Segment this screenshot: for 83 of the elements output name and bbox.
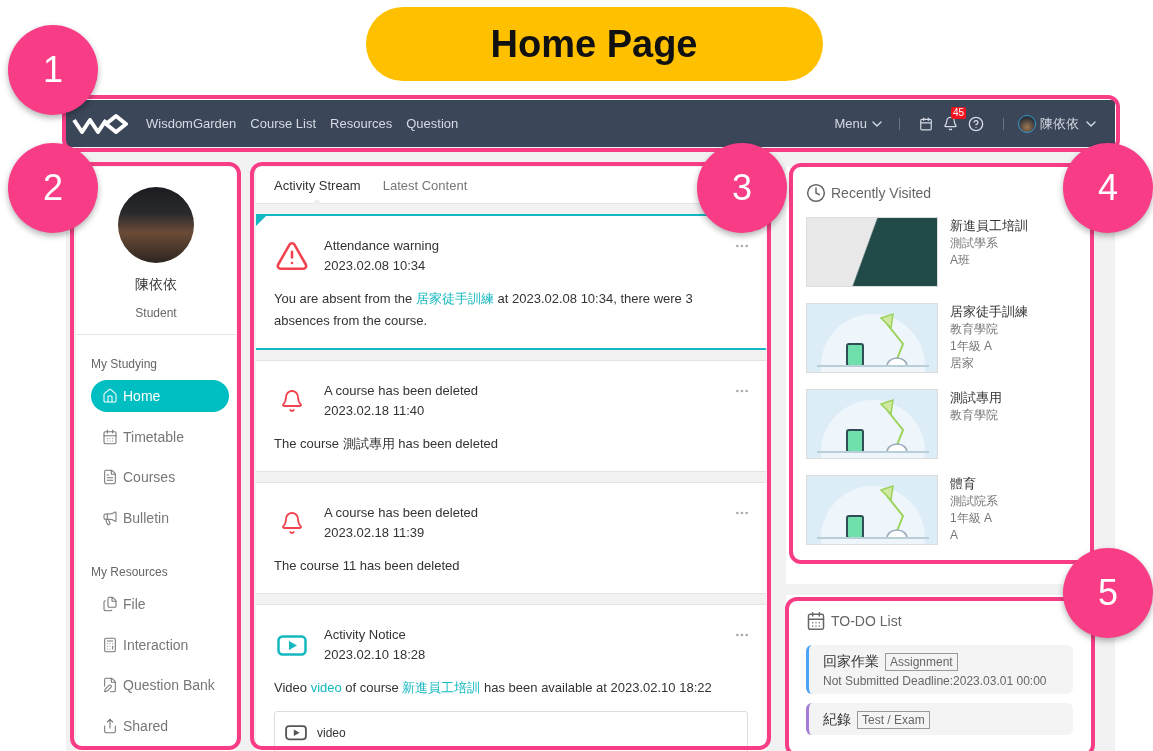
todo-title: 紀錄: [823, 711, 851, 729]
user-menu-button[interactable]: 陳依依: [1018, 114, 1099, 133]
course-thumbnail[interactable]: [806, 389, 938, 459]
user-name: 陳依依: [135, 276, 177, 294]
calendar-icon: [806, 611, 826, 631]
nav-link[interactable]: Question: [406, 116, 459, 131]
notice-text: The course 11 has been deleted: [274, 557, 461, 575]
todo-item[interactable]: 回家作業 Assignment Not Submitted Deadline:2023.03.01 00:00: [806, 645, 1073, 694]
notice-text: You are absent from the 居家徒手訓練 at 2023.02.08 10:34, there were 3 absences from the course.: [274, 290, 694, 330]
menu-button[interactable]: Menu: [834, 115, 885, 132]
bell-icon: [280, 511, 304, 535]
course-title[interactable]: 居家徒手訓練: [950, 303, 1028, 321]
todo-tag: Test / Exam: [857, 711, 930, 729]
course-detail: A班: [950, 252, 971, 269]
course-detail: A: [950, 527, 959, 544]
logo-icon[interactable]: [72, 111, 128, 136]
sidebar-item[interactable]: Question Bank: [91, 669, 229, 702]
section-title: My Resources: [90, 564, 169, 581]
sidebar-item[interactable]: Courses: [91, 461, 229, 494]
notice-title: Activity Notice: [324, 626, 407, 644]
todo-tag: Assignment: [885, 653, 958, 671]
user-role: Student: [135, 306, 177, 320]
nav-link[interactable]: Resources: [330, 116, 393, 131]
sidebar-item[interactable]: Timetable: [91, 420, 229, 453]
notice-time: 2023.02.08 10:34: [324, 257, 427, 275]
callout-number: 4: [1063, 143, 1153, 233]
notice-time: 2023.02.18 11:39: [324, 524, 426, 542]
attachment-item[interactable]: video: [274, 711, 748, 751]
bell-icon: [280, 389, 304, 413]
home-icon: [102, 387, 118, 404]
notice-text: The course 測試專用 has been deleted: [274, 435, 499, 453]
nav-link[interactable]: WisdomGarden: [146, 116, 237, 131]
tab[interactable]: Activity Stream: [274, 167, 361, 204]
document-icon: [102, 469, 118, 486]
warning-icon: [275, 239, 309, 273]
course-title[interactable]: 體育: [950, 475, 998, 493]
notice-time: 2023.02.18 11:40: [324, 402, 426, 420]
section-title: My Studying: [90, 356, 159, 373]
video-icon: [285, 725, 307, 741]
callout-number: 2: [8, 143, 98, 233]
sidebar-item[interactable]: Interaction: [91, 628, 229, 661]
todo-title: 回家作業: [823, 653, 879, 671]
notification-badge: 45: [951, 107, 967, 119]
notice-title: Attendance warning: [324, 237, 439, 255]
course-title[interactable]: 新進員工培訓: [950, 217, 1028, 235]
sidebar-item[interactable]: File: [91, 588, 229, 620]
bell-icon[interactable]: [943, 116, 958, 131]
course-detail: 教育學院: [950, 407, 999, 424]
notice-text: Video video of course 新進員工培訓 has been available at 2023.02.10 18:22: [274, 679, 713, 697]
edit-icon: [102, 677, 118, 694]
nav-link[interactable]: Course List: [250, 116, 317, 131]
course-thumbnail[interactable]: [806, 303, 938, 373]
megaphone-icon: [102, 510, 118, 527]
todo-status: Not Submitted Deadline:2023.03.01 00:00: [823, 674, 1048, 688]
tab[interactable]: Latest Content: [382, 167, 468, 204]
calendar-icon[interactable]: [919, 116, 933, 131]
notice-title: A course has been deleted: [324, 504, 478, 522]
callout-number: 1: [8, 25, 98, 115]
notice-time: 2023.02.10 18:28: [324, 646, 426, 664]
panel-title: Recently Visited: [831, 185, 932, 201]
video-icon: [277, 634, 307, 656]
sidebar-item[interactable]: Shared: [91, 710, 229, 742]
callout-number: 5: [1063, 548, 1153, 638]
clock-icon: [806, 183, 826, 203]
share-icon: [102, 718, 118, 735]
course-detail: 1年級 A: [950, 510, 993, 527]
panel-title: TO-DO List: [831, 613, 902, 629]
calculator-icon: [102, 636, 118, 653]
sidebar-item[interactable]: Bulletin: [91, 502, 229, 534]
course-detail: 居家: [950, 355, 975, 372]
notice-title: A course has been deleted: [324, 382, 478, 400]
course-thumbnail[interactable]: [806, 475, 938, 545]
files-icon: [102, 595, 118, 612]
todo-item[interactable]: 紀錄 Test / Exam: [806, 703, 1073, 735]
course-detail: 1年級 A: [950, 338, 993, 355]
calendar-icon: [102, 428, 118, 445]
course-detail: 測試院系: [950, 493, 998, 510]
help-icon[interactable]: [968, 115, 984, 132]
page-title-banner: Home Page: [365, 7, 823, 81]
course-detail: 測試學系: [950, 235, 999, 252]
course-title[interactable]: 測試專用: [950, 389, 1002, 407]
course-detail: 教育學院: [950, 321, 999, 338]
course-thumbnail[interactable]: [806, 217, 938, 287]
